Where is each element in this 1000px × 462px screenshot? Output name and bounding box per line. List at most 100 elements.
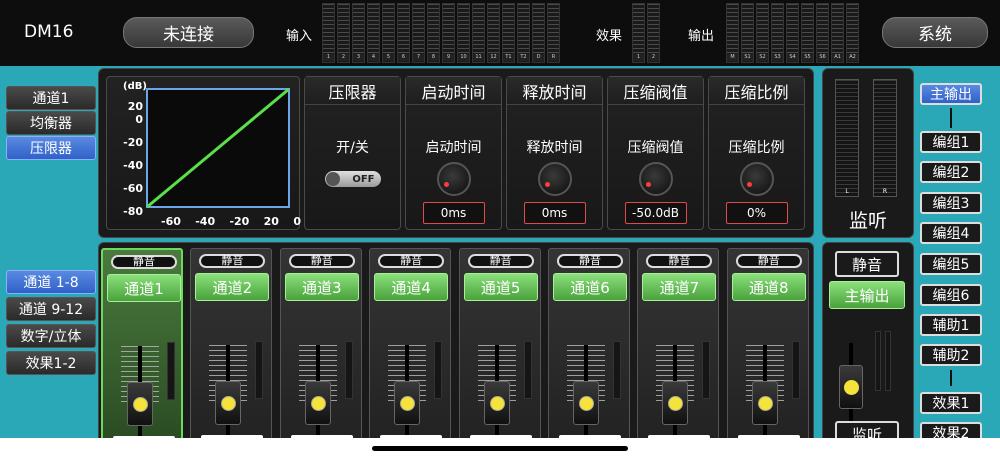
- channel-name-button[interactable]: 通道4: [374, 273, 449, 301]
- channel-name-button[interactable]: 通道7: [642, 273, 717, 301]
- routing-divider: [950, 108, 952, 128]
- mixer-app: DM16 未连接 输入 1 2 3 4 5 6 7 8 9 10 11 12 T1 T2 D R 效果 12 …: [0, 0, 1000, 462]
- meter-label: 8: [428, 54, 439, 61]
- home-indicator: [372, 446, 628, 451]
- channel-level-meter: [613, 341, 621, 399]
- connection-button[interactable]: 未连接: [123, 17, 254, 48]
- x-tick: 20: [263, 215, 279, 228]
- ratio-value[interactable]: 0%: [725, 202, 788, 224]
- routing-button[interactable]: 辅助1: [920, 314, 982, 336]
- meter-label: 7: [413, 54, 424, 61]
- channel-fader[interactable]: [127, 382, 153, 426]
- effect-meter: 2: [647, 3, 660, 63]
- mute-button[interactable]: 静音: [111, 255, 177, 269]
- channel-fader[interactable]: [304, 381, 331, 425]
- meter-label: S1: [742, 54, 753, 61]
- x-tick: -40: [195, 215, 216, 228]
- fader-cap-icon: [579, 396, 594, 411]
- meter-label: 12: [488, 54, 499, 61]
- channel-name-button[interactable]: 通道8: [731, 273, 806, 301]
- master-fader[interactable]: [839, 365, 863, 409]
- nav-eq-button[interactable]: 均衡器: [6, 111, 96, 135]
- mute-button[interactable]: 静音: [467, 254, 534, 268]
- output-meter: S5: [801, 3, 814, 63]
- routing-button[interactable]: 主输出: [920, 83, 982, 105]
- master-mute-button[interactable]: 静音: [835, 251, 899, 277]
- threshold-value[interactable]: -50.0dB: [624, 202, 687, 224]
- ratio-title: 压缩比例: [709, 77, 804, 105]
- nav-compressor-button[interactable]: 压限器: [6, 136, 96, 160]
- fader-cap-icon: [668, 396, 684, 411]
- channel-level-meter: [255, 341, 264, 399]
- output-meter: S2: [756, 3, 769, 63]
- bank-digital-stereo-button[interactable]: 数字/立体: [6, 324, 96, 348]
- channel-strip[interactable]: 静音通道1: [101, 248, 183, 450]
- knob-indicator: [746, 182, 752, 187]
- release-label: 释放时间: [526, 140, 583, 156]
- knob-indicator: [544, 182, 550, 187]
- threshold-knob[interactable]: [638, 162, 673, 196]
- fader-cap-icon: [757, 396, 773, 411]
- channel-name-button[interactable]: 通道6: [553, 273, 627, 301]
- mute-button[interactable]: 静音: [199, 254, 266, 268]
- channel-name-button[interactable]: 通道5: [463, 273, 538, 301]
- channel-name-button[interactable]: 通道1: [107, 274, 181, 302]
- channel-fader[interactable]: [394, 381, 421, 425]
- mute-button[interactable]: 静音: [646, 254, 713, 268]
- routing-button[interactable]: 编组3: [920, 192, 982, 214]
- effects-meters-label: 效果: [596, 29, 623, 44]
- fader-cap-icon: [844, 380, 859, 395]
- mute-button[interactable]: 静音: [557, 254, 623, 268]
- master-meter-r: [885, 331, 891, 391]
- meter-label: M: [727, 54, 738, 61]
- system-button[interactable]: 系统: [882, 17, 988, 48]
- channel-strip[interactable]: 静音通道2: [190, 248, 273, 449]
- routing-button[interactable]: 编组4: [920, 222, 982, 244]
- release-knob[interactable]: [537, 162, 572, 196]
- threshold-cell: 压缩阀值 压缩阀值 -50.0dB: [607, 76, 704, 230]
- channel-fader[interactable]: [573, 381, 599, 425]
- app-title: DM16: [24, 22, 74, 42]
- routing-button[interactable]: 编组5: [920, 253, 982, 275]
- master-output-label[interactable]: 主输出: [829, 281, 905, 309]
- bank-effects-button[interactable]: 效果1-2: [6, 351, 96, 375]
- routing-divider: [950, 370, 952, 386]
- meter-label: D: [533, 54, 544, 61]
- routing-button[interactable]: 编组1: [920, 131, 982, 153]
- channel-name-button[interactable]: 通道3: [284, 273, 359, 301]
- output-meter: S1: [741, 3, 754, 63]
- channel-strip[interactable]: 静音通道5: [458, 248, 541, 449]
- attack-value[interactable]: 0ms: [422, 202, 485, 224]
- channel-strip[interactable]: 静音通道8: [726, 248, 809, 449]
- monitor-meter-panel: L R 监听: [822, 68, 914, 238]
- channel-fader[interactable]: [751, 381, 778, 425]
- attack-knob[interactable]: [436, 162, 471, 196]
- mute-button[interactable]: 静音: [735, 254, 802, 268]
- channel-fader[interactable]: [662, 381, 689, 425]
- limiter-toggle[interactable]: OFF: [324, 171, 381, 187]
- routing-button[interactable]: 编组2: [920, 161, 982, 183]
- attack-cell: 启动时间 启动时间 0ms: [405, 76, 502, 230]
- mute-button[interactable]: 静音: [378, 254, 445, 268]
- input-meters: 1 2 3 4 5 6 7 8 9 10 11 12 T1 T2 D R: [322, 3, 560, 63]
- channel-strip[interactable]: 静音通道4: [369, 248, 452, 449]
- channel-fader[interactable]: [215, 381, 242, 425]
- ratio-knob[interactable]: [739, 162, 774, 196]
- nav-channel-button[interactable]: 通道1: [6, 86, 96, 110]
- knob-indicator: [645, 182, 651, 187]
- channel-fader[interactable]: [483, 381, 510, 425]
- output-meter: A2: [846, 3, 859, 63]
- mute-button[interactable]: 静音: [288, 254, 355, 268]
- input-meter: T1: [502, 3, 515, 63]
- meter-label: 11: [473, 54, 484, 61]
- routing-button[interactable]: 辅助2: [920, 344, 982, 366]
- bank-ch9-12-button[interactable]: 通道 9-12: [6, 297, 96, 321]
- routing-button[interactable]: 编组6: [920, 284, 982, 306]
- channel-name-button[interactable]: 通道2: [195, 273, 270, 301]
- release-value[interactable]: 0ms: [523, 202, 586, 224]
- channel-strip[interactable]: 静音通道6: [548, 248, 630, 449]
- channel-strip[interactable]: 静音通道3: [279, 248, 362, 449]
- routing-button[interactable]: 效果1: [920, 392, 982, 414]
- bank-ch1-8-button[interactable]: 通道 1-8: [6, 270, 96, 294]
- channel-strip[interactable]: 静音通道7: [637, 248, 720, 449]
